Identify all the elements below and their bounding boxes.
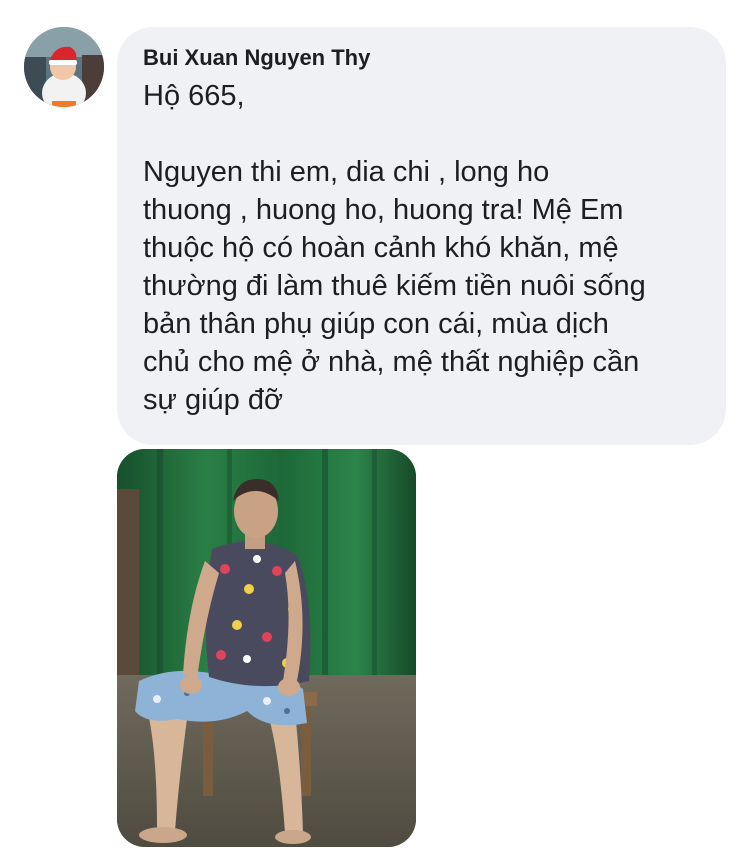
comment-line: bản thân phụ giúp con cái, mùa dịch (143, 308, 609, 340)
comment-line: thuong , huong ho, huong tra! Mệ Em (143, 194, 624, 226)
comment-line: Hộ 665, (143, 80, 245, 112)
comment-line: Nguyen thi em, dia chi , long ho (143, 156, 550, 188)
comment-bubble: Bui Xuan Nguyen Thy Hộ 665, Nguyen thi e… (117, 27, 726, 445)
attached-photo[interactable] (117, 449, 416, 847)
comment-line: sự giúp đỡ (143, 384, 284, 416)
photo-image (117, 449, 416, 847)
comment-line: chủ cho mệ ở nhà, mệ thất nghiệp cần (143, 346, 640, 378)
avatar-image (24, 27, 104, 107)
avatar[interactable] (24, 27, 104, 107)
comment-line: thuộc hộ có hoàn cảnh khó khăn, mệ (143, 232, 619, 264)
comment-author[interactable]: Bui Xuan Nguyen Thy (143, 45, 702, 71)
comment-line: thường đi làm thuê kiếm tiền nuôi sống (143, 270, 646, 302)
